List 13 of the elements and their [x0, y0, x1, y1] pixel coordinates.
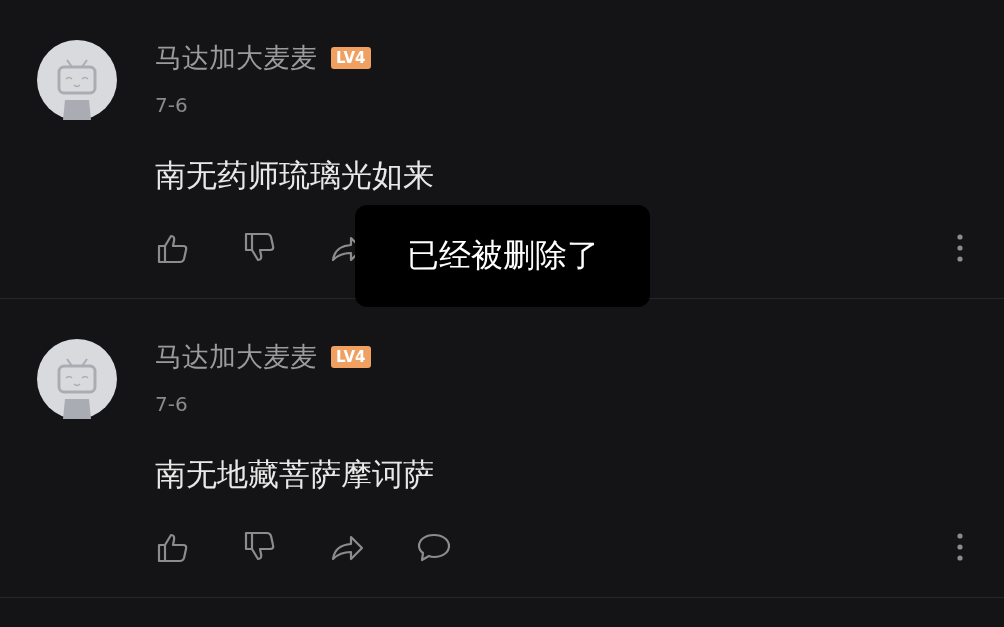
level-badge: LV4: [331, 346, 371, 368]
more-options-icon[interactable]: [956, 233, 964, 263]
avatar-icon[interactable]: [37, 40, 117, 120]
comment-text: 南无药师琉璃光如来: [155, 156, 435, 195]
comment-text: 南无地藏菩萨摩诃萨: [155, 455, 435, 494]
comment-date: 7-6: [155, 93, 189, 117]
avatar-icon[interactable]: [37, 339, 117, 419]
level-badge: LV4: [331, 47, 371, 69]
toast-message: 已经被删除了: [355, 205, 650, 307]
comment-date: 7-6: [155, 392, 189, 416]
more-options-icon[interactable]: [956, 532, 964, 562]
username[interactable]: 马达加大麦麦: [155, 40, 317, 76]
username[interactable]: 马达加大麦麦: [155, 339, 317, 375]
